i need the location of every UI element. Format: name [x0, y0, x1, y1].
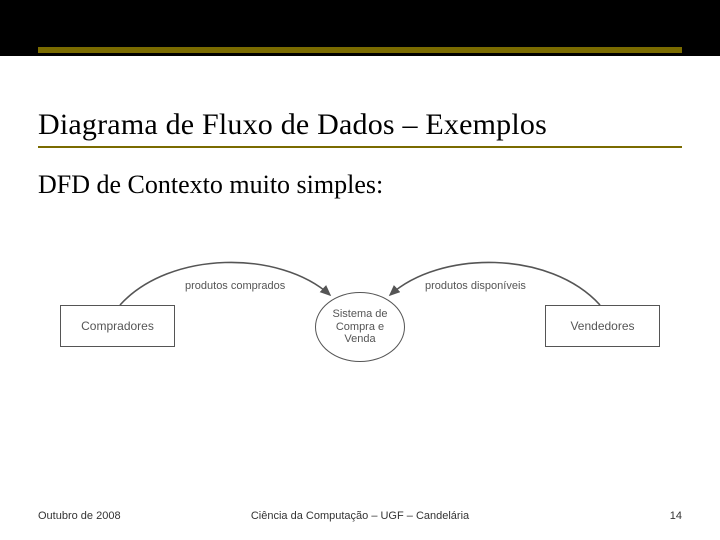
external-entity-compradores: Compradores — [60, 305, 175, 347]
process-sistema: Sistema de Compra e Venda — [315, 292, 405, 362]
slide: Diagrama de Fluxo de Dados – Exemplos DF… — [0, 0, 720, 540]
header-accent-bar — [38, 47, 682, 53]
flow-label-produtos-comprados: produtos comprados — [185, 280, 285, 292]
slide-subtitle: DFD de Contexto muito simples: — [38, 170, 383, 200]
footer-slide-number: 14 — [670, 510, 682, 522]
dfd-diagram: Compradores Sistema de Compra e Venda Ve… — [60, 250, 660, 380]
external-entity-vendedores: Vendedores — [545, 305, 660, 347]
footer-course: Ciência da Computação – UGF – Candelária — [0, 510, 720, 522]
flow-label-produtos-disponiveis: produtos disponíveis — [425, 280, 526, 292]
title-underline — [38, 146, 682, 148]
slide-title: Diagrama de Fluxo de Dados – Exemplos — [38, 108, 547, 142]
